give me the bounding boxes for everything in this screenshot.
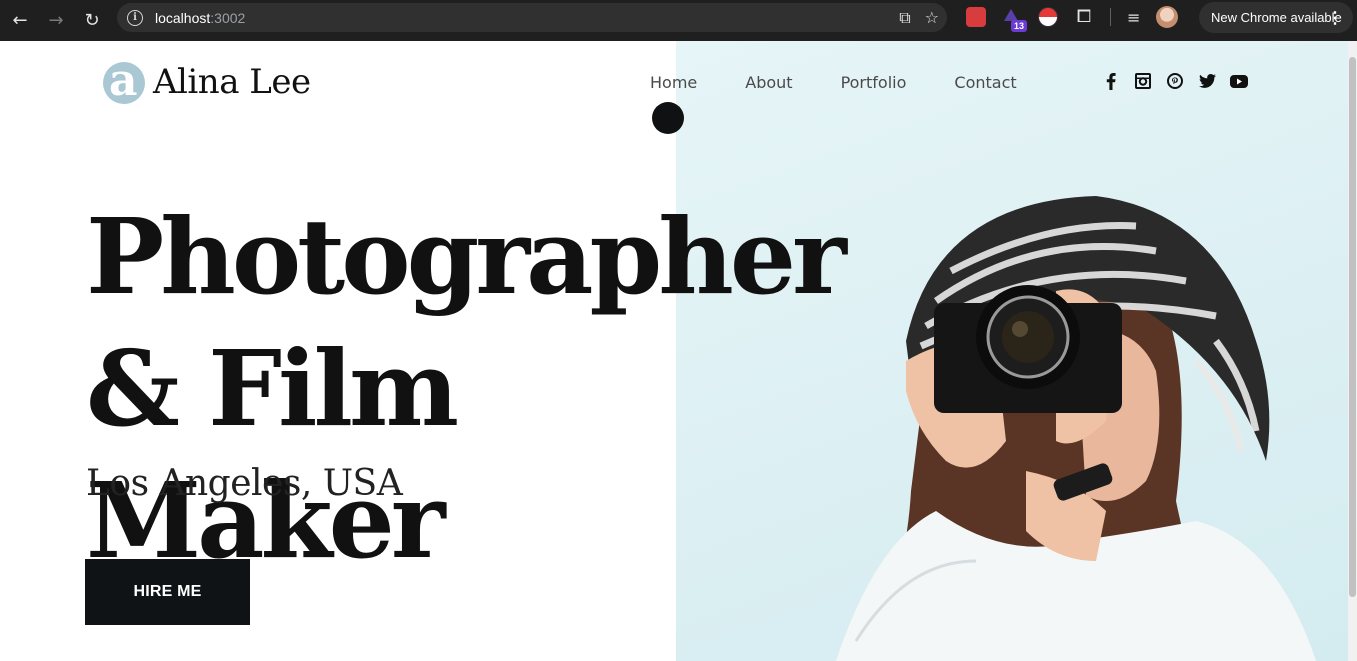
custom-cursor xyxy=(652,102,684,134)
page: a Alina Lee Home About Portfolio Contact… xyxy=(0,41,1357,661)
media-control-icon[interactable]: ≡ xyxy=(1127,8,1140,27)
extension-pokeball-icon[interactable] xyxy=(1038,7,1058,27)
url-port: :3002 xyxy=(210,9,246,26)
forward-arrow-icon[interactable]: → xyxy=(38,4,74,38)
browser-toolbar: ← → ↻ i localhost:3002 ⧉ ☆ 13 ⧠ ≡ New Ch… xyxy=(0,0,1357,41)
scrollbar[interactable] xyxy=(1348,41,1357,661)
hero-headline: Photographer & Film Maker xyxy=(86,191,847,587)
url-host: localhost xyxy=(155,9,211,26)
hero-location: Los Angeles, USA xyxy=(86,463,403,504)
more-menu-icon[interactable]: ⋮ xyxy=(1327,8,1343,28)
profile-avatar[interactable] xyxy=(1156,6,1179,28)
bookmark-star-icon[interactable]: ☆ xyxy=(925,8,939,27)
hire-me-button[interactable]: HIRE ME xyxy=(85,559,250,625)
logo-letter: a xyxy=(109,55,138,106)
nav-home[interactable]: Home xyxy=(650,73,697,92)
nav-portfolio[interactable]: Portfolio xyxy=(841,73,907,92)
nav-contact[interactable]: Contact xyxy=(954,73,1016,92)
logo-name: Alina Lee xyxy=(153,62,311,102)
social-links xyxy=(1102,72,1248,90)
address-bar[interactable]: i localhost:3002 ⧉ ☆ xyxy=(117,3,947,32)
main-nav: Home About Portfolio Contact xyxy=(650,73,1017,92)
site-logo[interactable]: a Alina Lee xyxy=(99,55,311,106)
chrome-update-button[interactable]: New Chrome available ⋮ xyxy=(1199,2,1353,33)
headline-line-1: Photographer xyxy=(86,195,847,318)
update-label: New Chrome available xyxy=(1211,10,1342,25)
extension-badge: 13 xyxy=(1010,20,1027,32)
instagram-icon[interactable] xyxy=(1134,72,1152,90)
site-info-icon[interactable]: i xyxy=(127,9,143,26)
nav-about[interactable]: About xyxy=(745,73,792,92)
youtube-icon[interactable] xyxy=(1230,72,1248,90)
pinterest-icon[interactable] xyxy=(1166,72,1184,90)
back-arrow-icon[interactable]: ← xyxy=(2,4,38,38)
install-app-icon[interactable]: ⧉ xyxy=(899,8,910,28)
logo-mark-icon: a xyxy=(99,55,145,106)
extension-wizard-icon[interactable]: 13 xyxy=(1002,7,1027,32)
toolbar-divider xyxy=(1110,8,1111,26)
scrollbar-thumb[interactable] xyxy=(1349,57,1356,597)
reload-icon[interactable]: ↻ xyxy=(74,4,110,38)
twitter-icon[interactable] xyxy=(1198,72,1216,90)
url-text[interactable]: localhost:3002 xyxy=(155,10,245,26)
extensions-puzzle-icon[interactable]: ⧠ xyxy=(1074,7,1094,27)
extension-red-icon[interactable] xyxy=(966,7,986,27)
facebook-icon[interactable] xyxy=(1102,72,1120,90)
headline-line-2: & Film Maker xyxy=(86,327,459,582)
